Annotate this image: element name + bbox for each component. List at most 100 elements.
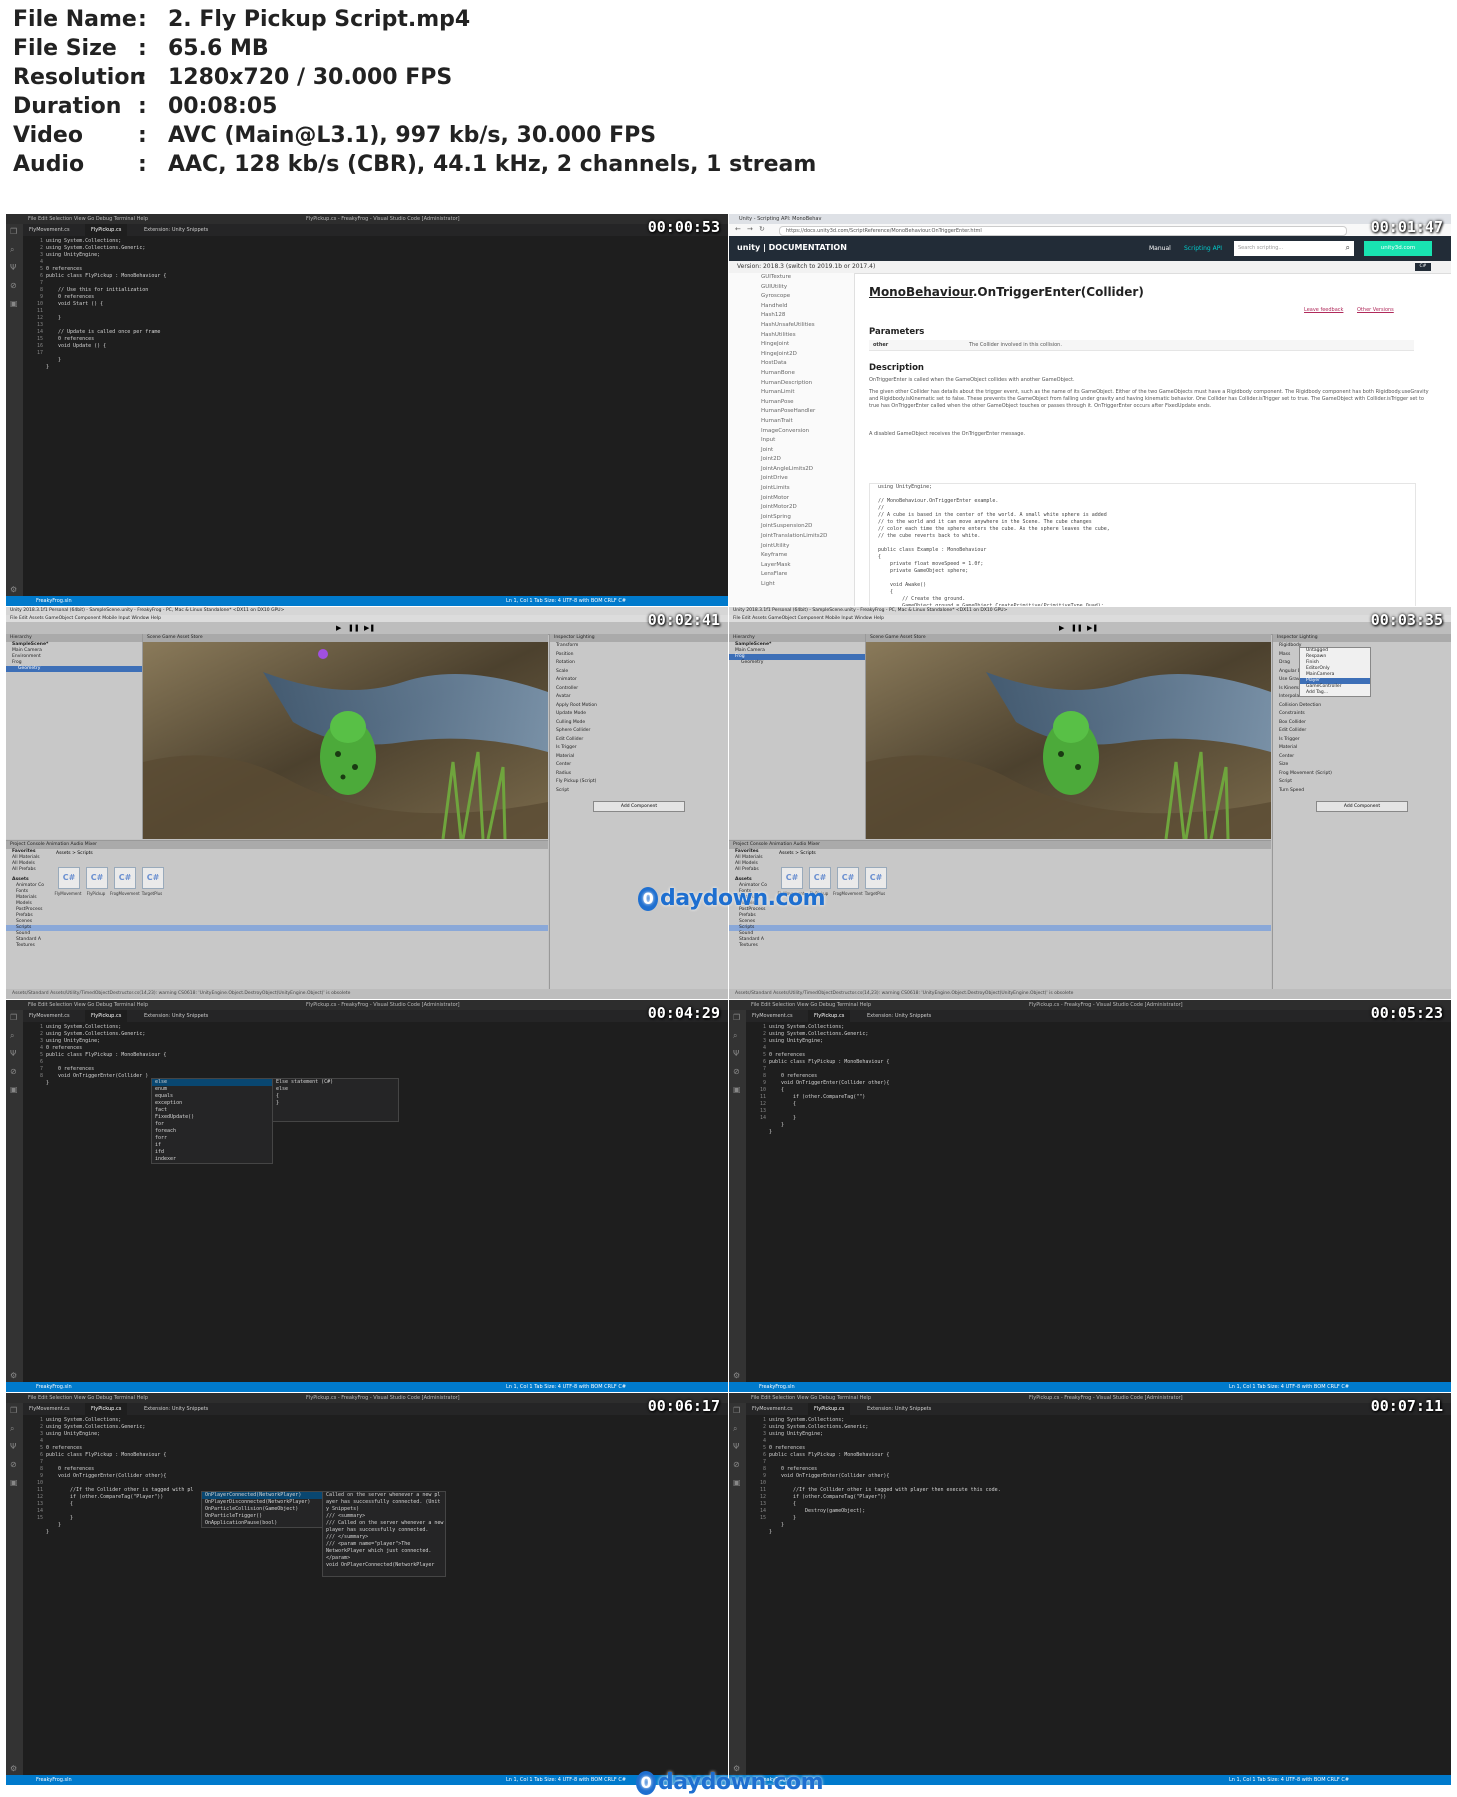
debug-icon[interactable]: ⊘ [10, 1461, 19, 1469]
files-icon[interactable]: ❐ [10, 228, 19, 236]
gear-icon[interactable]: ⚙ [10, 1372, 19, 1380]
code-editor[interactable]: using System.Collections; using System.C… [769, 1024, 1441, 1136]
asset-folder[interactable]: Textures [6, 943, 548, 949]
autocomplete-item[interactable]: equals [152, 1093, 272, 1100]
play-icon[interactable]: ▶ [336, 624, 341, 632]
inspector-row[interactable]: Center [1273, 753, 1451, 762]
pause-icon[interactable]: ❚❚ [1071, 624, 1083, 632]
inspector-row[interactable]: Edit Collider [1273, 727, 1451, 736]
autocomplete-item[interactable]: OnParticleTrigger() [202, 1513, 322, 1520]
title-class-link[interactable]: MonoBehaviour [869, 285, 973, 299]
hierarchy-item-selected[interactable]: Geometry [6, 666, 142, 672]
inspector-row[interactable]: Update Mode [550, 710, 728, 719]
tab-flymovement[interactable]: FlyMovement.cs [23, 1403, 76, 1415]
sidebar-item[interactable]: HumanPose [729, 398, 854, 408]
sidebar-item[interactable]: HumanPoseHandler [729, 407, 854, 417]
sidebar-item[interactable]: HumanLimit [729, 388, 854, 398]
sidebar-item[interactable]: JointLimits [729, 484, 854, 494]
inspector-row[interactable]: Script [550, 787, 728, 796]
source-control-icon[interactable]: Ψ [10, 1443, 19, 1451]
inspector-row[interactable]: Is Trigger [1273, 736, 1451, 745]
sidebar-item[interactable]: Keyframe [729, 551, 854, 561]
status-left[interactable]: FreakyFrog.sln [36, 598, 72, 604]
tab-extension[interactable]: Extension: Unity Snippets [138, 1403, 214, 1415]
sidebar-item[interactable]: Light [729, 580, 854, 590]
search-input[interactable]: Search scripting... ⌕ [1234, 241, 1354, 256]
sidebar-item[interactable]: JointUtility [729, 542, 854, 552]
sidebar-item[interactable]: LayerMask [729, 561, 854, 571]
inspector-row[interactable]: Script [1273, 778, 1451, 787]
step-icon[interactable]: ▶❚ [1087, 624, 1098, 632]
sidebar-item[interactable]: HumanBone [729, 369, 854, 379]
inspector-row[interactable]: Is Trigger [550, 744, 728, 753]
autocomplete-list[interactable]: else enum equals exception fact FixedUpdate()… [151, 1078, 273, 1164]
sidebar-item[interactable]: Joint [729, 446, 854, 456]
sidebar-item[interactable]: LensFlare [729, 570, 854, 580]
autocomplete-item[interactable]: exception [152, 1100, 272, 1107]
status-left[interactable]: FreakyFrog.sln [759, 1384, 795, 1390]
inspector-row[interactable]: Size [1273, 761, 1451, 770]
debug-icon[interactable]: ⊘ [733, 1068, 742, 1076]
scene-tabs[interactable]: Scene Game Asset Store [143, 634, 548, 642]
sidebar-item[interactable]: JointAngleLimits2D [729, 465, 854, 475]
extensions-icon[interactable]: ▣ [733, 1086, 742, 1094]
tab-flymovement[interactable]: FlyMovement.cs [746, 1403, 799, 1415]
source-control-icon[interactable]: Ψ [10, 264, 19, 272]
tab-flymovement[interactable]: FlyMovement.cs [23, 224, 76, 236]
tab-flymovement[interactable]: FlyMovement.cs [23, 1010, 76, 1022]
extensions-icon[interactable]: ▣ [10, 1479, 19, 1487]
tab-flypickup[interactable]: FlyPickup.cs [85, 1010, 128, 1022]
gear-icon[interactable]: ⚙ [10, 1765, 19, 1773]
inspector-row[interactable]: Scale [550, 668, 728, 677]
inspector-row[interactable]: Box Collider [1273, 719, 1451, 728]
files-icon[interactable]: ❐ [10, 1014, 19, 1022]
sidebar-item[interactable]: Hash128 [729, 311, 854, 321]
game-view[interactable]: Scene Game Asset Store [143, 634, 548, 839]
inspector-row[interactable]: Transform [550, 642, 728, 651]
extensions-icon[interactable]: ▣ [733, 1479, 742, 1487]
autocomplete-item[interactable]: else [152, 1079, 272, 1086]
inspector-row[interactable]: Animator [550, 676, 728, 685]
sidebar-item[interactable]: JointMotor2D [729, 503, 854, 513]
back-icon[interactable]: ← [735, 225, 741, 233]
inspector-row[interactable]: Material [550, 753, 728, 762]
debug-icon[interactable]: ⊘ [10, 282, 19, 290]
autocomplete-item[interactable]: for [152, 1121, 272, 1128]
inspector-row[interactable]: Radius [550, 770, 728, 779]
asset-folder[interactable]: Textures [729, 943, 1271, 949]
files-icon[interactable]: ❐ [733, 1014, 742, 1022]
scene-tabs[interactable]: Scene Game Asset Store [866, 634, 1271, 642]
unity-menu[interactable]: File Edit Assets GameObject Component Mo… [6, 615, 728, 622]
inspector-row[interactable]: Center [550, 761, 728, 770]
play-icon[interactable]: ▶ [1059, 624, 1064, 632]
tag-option[interactable]: Add Tag... [1300, 690, 1370, 696]
search-icon[interactable]: ⌕ [1346, 243, 1350, 253]
sidebar-item[interactable]: JointMotor [729, 494, 854, 504]
script-icon[interactable]: C# [865, 867, 887, 889]
reload-icon[interactable]: ↻ [759, 225, 765, 233]
search-icon[interactable]: ⌕ [10, 246, 19, 254]
autocomplete-item[interactable]: fact [152, 1107, 272, 1114]
search-icon[interactable]: ⌕ [733, 1032, 742, 1040]
inspector-row[interactable]: Avatar [550, 693, 728, 702]
tab-extension[interactable]: Extension: Unity Snippets [138, 1010, 214, 1022]
script-icon[interactable]: C# [58, 867, 80, 889]
search-icon[interactable]: ⌕ [10, 1425, 19, 1433]
inspector-row[interactable]: Controller [550, 685, 728, 694]
sidebar-item[interactable]: HingeJoint2D [729, 350, 854, 360]
extensions-icon[interactable]: ▣ [10, 300, 19, 308]
tab-flypickup[interactable]: FlyPickup.cs [85, 224, 128, 236]
status-right[interactable]: Ln 1, Col 1 Tab Size: 4 UTF-8 with BOM C… [506, 1384, 626, 1390]
inspector-row[interactable]: Sphere Collider [550, 727, 728, 736]
autocomplete-item[interactable]: OnPlayerDisconnected(NetworkPlayer) [202, 1499, 322, 1506]
gear-icon[interactable]: ⚙ [733, 1372, 742, 1380]
autocomplete-item[interactable]: FixedUpdate() [152, 1114, 272, 1121]
forward-icon[interactable]: → [747, 225, 753, 233]
script-icon[interactable]: C# [142, 867, 164, 889]
source-control-icon[interactable]: Ψ [10, 1050, 19, 1058]
script-icon[interactable]: C# [86, 867, 108, 889]
sidebar-item[interactable]: HashUtilities [729, 331, 854, 341]
tab-flypickup[interactable]: FlyPickup.cs [85, 1403, 128, 1415]
debug-icon[interactable]: ⊘ [10, 1068, 19, 1076]
hierarchy-item[interactable]: Geometry [729, 660, 865, 666]
